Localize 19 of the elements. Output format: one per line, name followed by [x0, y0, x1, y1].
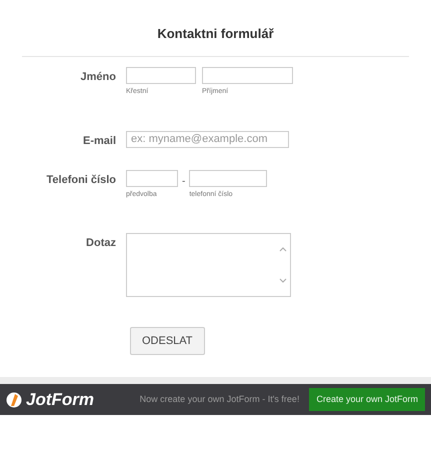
field-label: Telefoni číslo: [46, 173, 116, 188]
tagline-text: Now create your own JotForm - It's free!: [140, 392, 300, 406]
text-area[interactable]: [126, 232, 291, 296]
logo-icon: [6, 392, 22, 408]
field-label: Jméno: [80, 70, 116, 85]
field-label: Dotaz: [85, 236, 116, 250]
scroll-up-icon[interactable]: [279, 246, 287, 252]
separator-text: -: [182, 175, 186, 189]
create-button[interactable]: Create your own JotForm: [309, 388, 425, 412]
submit-button[interactable]: ODESLAT: [130, 326, 205, 355]
field-label: E-mail: [82, 134, 116, 148]
scroll-down-icon[interactable]: [279, 278, 287, 282]
logo-text: JotForm: [26, 388, 94, 411]
input-field[interactable]: [202, 67, 293, 84]
input-field[interactable]: [126, 67, 196, 84]
email-field[interactable]: ex: myname@example.com: [126, 130, 289, 148]
input-field[interactable]: [126, 170, 178, 187]
input-field[interactable]: [189, 170, 268, 187]
form-title: Kontaktni formulář: [156, 25, 275, 43]
